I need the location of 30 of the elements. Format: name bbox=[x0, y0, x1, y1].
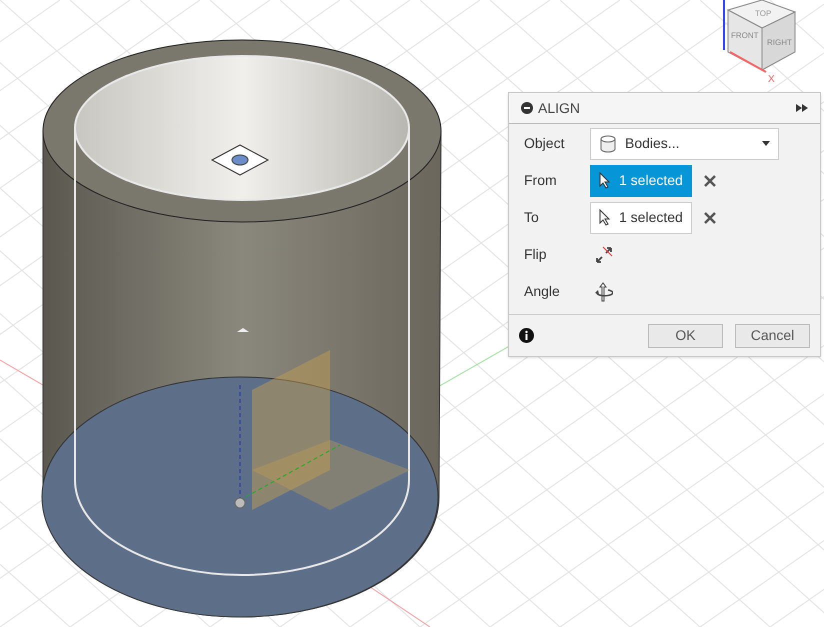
cursor-icon bbox=[599, 172, 611, 189]
clear-icon[interactable] bbox=[704, 212, 716, 224]
info-icon[interactable] bbox=[519, 328, 534, 343]
flip-icon[interactable] bbox=[595, 246, 613, 264]
axis-line bbox=[723, 0, 725, 50]
field-label: To bbox=[523, 208, 540, 227]
field-label: Flip bbox=[523, 245, 548, 264]
cursor-icon bbox=[599, 209, 611, 226]
expand-icon[interactable] bbox=[796, 104, 808, 112]
cube-face-label: FRONT bbox=[731, 31, 759, 40]
caret-icon bbox=[762, 141, 770, 146]
cube-face-label: RIGHT bbox=[767, 38, 792, 47]
dialog-title: ALIGN bbox=[538, 98, 582, 118]
field-label: Object bbox=[523, 134, 566, 153]
body-icon bbox=[599, 134, 617, 152]
clear-icon[interactable] bbox=[704, 174, 716, 186]
field-label: From bbox=[523, 171, 558, 190]
view-cube-drawing[interactable] bbox=[726, 0, 796, 71]
cube-face-label: TOP bbox=[755, 9, 772, 18]
rotate-icon[interactable] bbox=[593, 282, 613, 302]
dialog-button[interactable]: Cancel bbox=[735, 324, 810, 348]
axis-line bbox=[730, 51, 766, 73]
move-handle-icon[interactable] bbox=[210, 144, 270, 176]
dialog-button[interactable]: OK bbox=[648, 324, 723, 348]
collapse-icon[interactable] bbox=[521, 102, 533, 114]
axis-label: X bbox=[768, 74, 775, 85]
field-label: Angle bbox=[523, 282, 561, 301]
object-dropdown[interactable]: Bodies... bbox=[590, 128, 779, 160]
selection-button[interactable]: 1 selected bbox=[590, 164, 692, 196]
selection-button[interactable]: 1 selected bbox=[590, 202, 692, 234]
